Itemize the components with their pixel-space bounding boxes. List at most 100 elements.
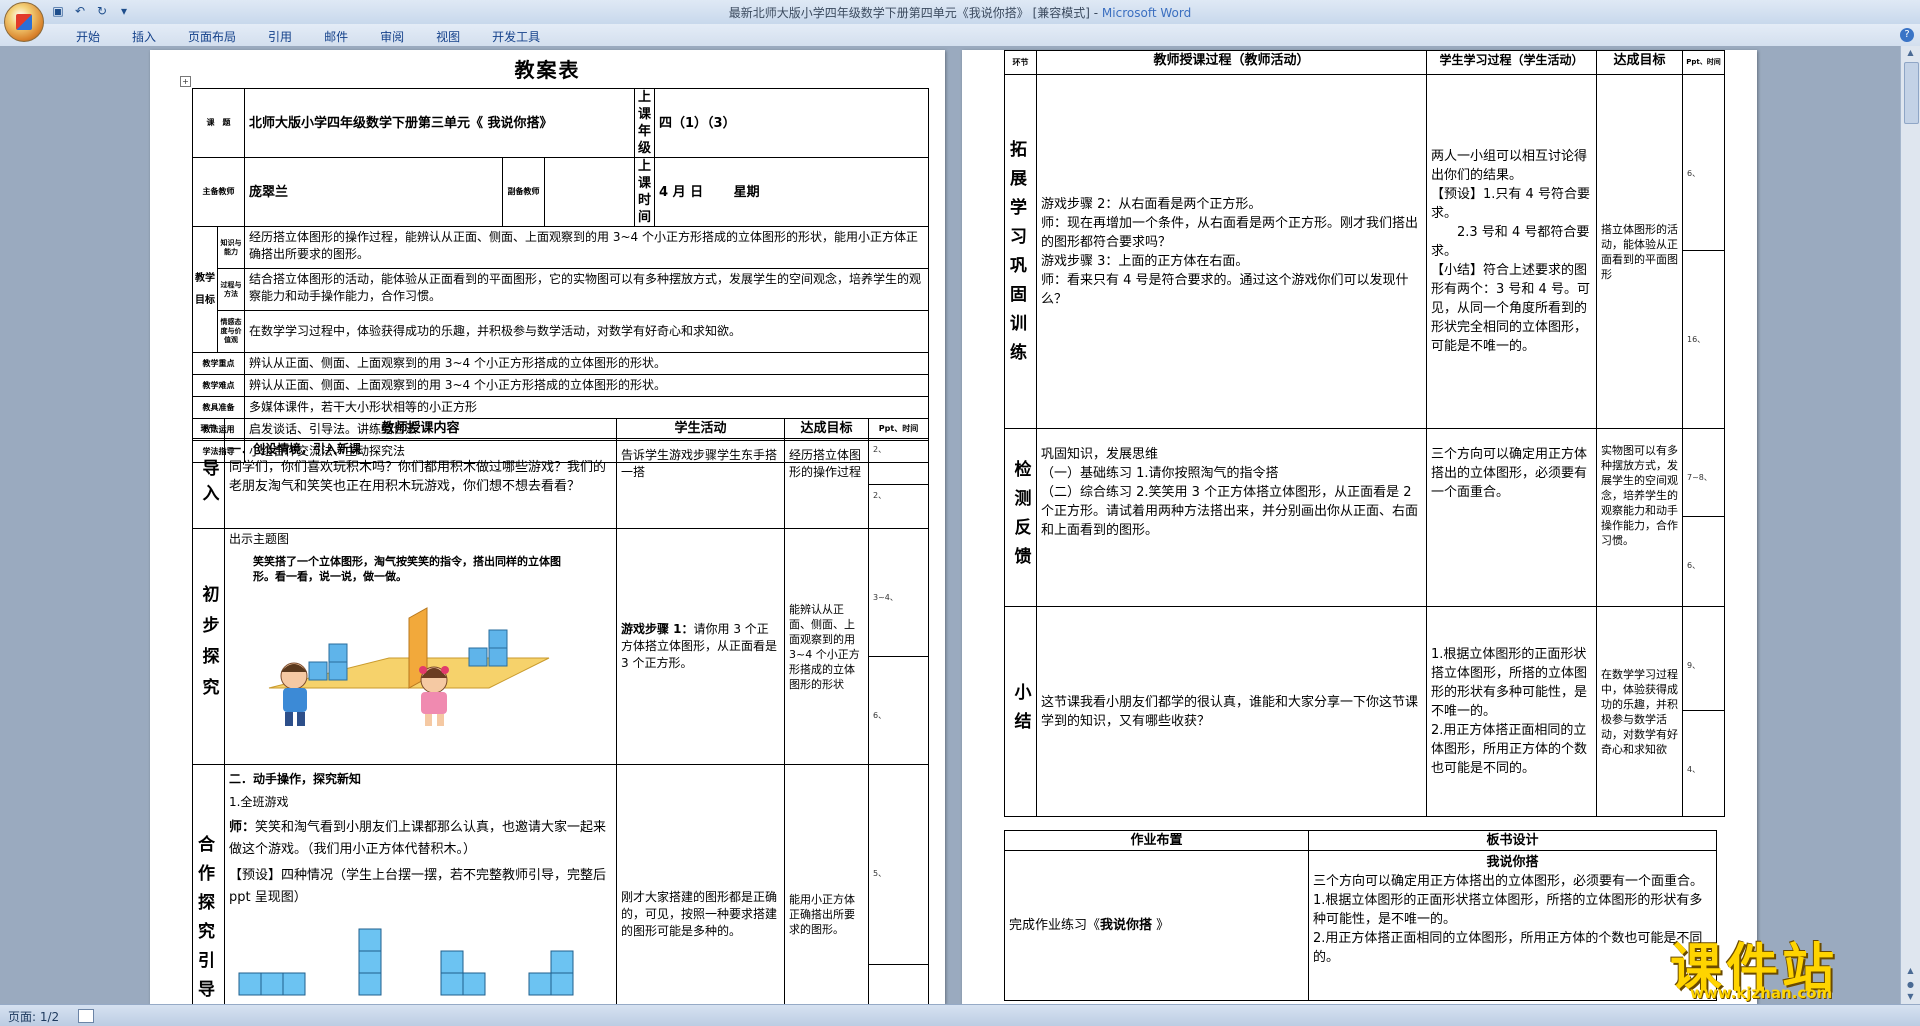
homework-label: 作业布置 [1004, 830, 1309, 851]
feedback-line-2: （一）基础练习 1.请你按照淘气的指令搭 [1041, 466, 1279, 481]
explore-intro: 出示主题图 [229, 532, 290, 546]
col-time-header-2: Ppt、时间 [1682, 50, 1725, 75]
col-stage-header-2: 环节 [1004, 50, 1037, 75]
homework-board-table: 作业布置 板书设计 完成作业练习《我说你搭 》 我说你搭 三个方向可以确定用正方… [1004, 830, 1717, 1001]
cooperate-activity: 刚才大家搭建的图形都是正确的，可见，按照一种要求搭建的图形可能是多种的。 [616, 764, 785, 1004]
watermark-url: www.kjzhan.com [1690, 984, 1833, 1002]
proofing-icon[interactable] [78, 1009, 94, 1023]
col-content-header: 教师授课内容 [224, 418, 617, 439]
intro-activity: 告诉学生游戏步骤学生东手搭一搭 [616, 438, 785, 529]
explore-activity: 游戏步骤 1：请你用 3 个正方体搭立体图形，从正面看是 3 个正方形。 [616, 528, 785, 765]
main-teacher-label: 主备教师 [192, 157, 245, 227]
extend-student-4: 【小结】符合上述要求的图形有两个：3 号和 4 号。可见，从同一个角度所看到的形… [1431, 263, 1590, 354]
intro-content: 一．创设情境，引入新课 同学们，你们喜欢玩积木吗？你们都用积木做过哪些游戏？我们… [224, 438, 617, 529]
time-label: 上课时间 [634, 157, 656, 227]
intro-text: 同学们，你们喜欢玩积木吗？你们都用积木做过哪些游戏？我们的老朋友淘气和笑笑也正在… [229, 460, 607, 494]
tab-references[interactable]: 引用 [252, 28, 308, 45]
tab-developer[interactable]: 开发工具 [476, 28, 556, 45]
cooperate-time-1: 5、 [869, 765, 928, 965]
page-indicator[interactable]: 页面: 1/2 [8, 1008, 59, 1025]
prep-text: 多媒体课件，若干大小形状相等的小正方形 [243, 396, 930, 419]
site-watermark-logo: 课件站 www.kjzhan.com [1660, 924, 1910, 1004]
scroll-up-icon[interactable]: ▲ [1904, 48, 1917, 60]
cooperate-line-3: 【预设】四种情况（学生上台摆一摆，若不完整教师引导，完整后 ppt 呈现图） [229, 868, 607, 905]
extend-student-1: 两人一小组可以相互讨论得出你们的结果。 [1431, 149, 1588, 183]
summary-student-2: 2.用正方体搭正面相同的立体图形，所用正方体的个数也可能是不同的。 [1431, 723, 1588, 776]
sub-teacher-label: 副备教师 [502, 157, 545, 227]
extend-time-1: 6、 [1683, 75, 1724, 251]
theme-illustration [249, 588, 569, 728]
extend-target: 搭立体图形的活动，能体验从正面看到的平面图形 [1596, 74, 1683, 429]
help-icon[interactable]: ? [1900, 28, 1914, 42]
intro-target: 经历搭立体图形的操作过程 [784, 438, 869, 529]
tab-review[interactable]: 审阅 [364, 28, 420, 45]
feedback-target: 实物图可以有多种摆放方式，发展学生的空间观念，培养学生的观察能力和动手操作能力，… [1596, 428, 1683, 607]
cooperate-target: 能用小正方体正确搭出所要求的图形。 [784, 764, 869, 1004]
lesson-process-table: 环节 教师授课内容 学生活动 达成目标 Ppt、时间 导入 一．创设情境，引入新… [192, 418, 929, 1004]
board-line-2: 1.根据立体图形的正面形状搭立体图形，所搭的立体图形的形状有多种可能性，是不唯一… [1313, 893, 1703, 927]
col-student-header: 学生学习过程（学生活动） [1426, 50, 1597, 75]
cooperate-line-1: 1.全班游戏 [229, 795, 289, 809]
cooperate-line-2: 师：笑笑和淘气看到小朋友们上课都那么认真，也邀请大家一起来做这个游戏。（我们用小… [229, 820, 607, 857]
doc-title: 教案表 [514, 58, 581, 82]
table-move-handle-icon[interactable]: + [180, 76, 191, 87]
stage-summary: 小结 [1004, 606, 1037, 817]
topic-value: 北师大版小学四年级数学下册第三单元《 我说你搭》 [243, 88, 636, 158]
key-point-text: 辨认从正面、侧面、上面观察到的用 3~4 个小正方形搭成的立体图形的形状。 [243, 352, 930, 375]
document-workspace: 教案表 + 课 题 北师大版小学四年级数学下册第三单元《 我说你搭》 上课年级 … [0, 46, 1900, 1004]
tab-page-layout[interactable]: 页面布局 [172, 28, 252, 45]
cooperate-content: 二．动手操作，探究新知 1.全班游戏 师：笑笑和淘气看到小朋友们上课都那么认真，… [224, 764, 617, 1004]
extend-student: 两人一小组可以相互讨论得出你们的结果。 【预设】1.只有 4 号符合要求。 2.… [1426, 74, 1597, 429]
col-time-header: Ppt、时间 [868, 418, 929, 439]
goal-knowledge-label: 知识与能力 [217, 226, 245, 269]
goal-knowledge-text: 经历搭立体图形的操作过程，能辨认从正面、侧面、上面观察到的用 3~4 个小正方形… [243, 226, 930, 269]
theme-caption: 笑笑搭了一个立体图形，淘气按笑笑的指令，搭出同样的立体图形。看一看，说一说，做一… [253, 555, 561, 583]
grade-value: 四（1）（3） [654, 88, 930, 158]
feedback-time-1: 7~8、 [1683, 429, 1724, 517]
goal-process-label: 过程与方法 [217, 268, 245, 311]
kids-building-blocks-illustration [268, 607, 550, 726]
col-stage-header: 环节 [192, 418, 225, 439]
col-process-header: 教师授课过程（教师活动） [1036, 50, 1427, 75]
office-button[interactable] [4, 2, 44, 42]
summary-target: 在数学学习过程中，体验获得成功的乐趣，并积极参与数学活动，对数学有好奇心和求知欲 [1596, 606, 1683, 817]
summary-student: 1.根据立体图形的正面形状搭立体图形，所搭的立体图形的形状有多种可能性，是不唯一… [1426, 606, 1597, 817]
summary-time-1: 9、 [1683, 607, 1724, 711]
feedback-line-1: 巩固知识，发展思维 [1041, 447, 1159, 462]
feedback-line-3: （二）综合练习 2.笑笑用 3 个正方体搭立体图形，从正面看是 2 个正方形。请… [1041, 485, 1419, 538]
board-title: 我说你搭 [1486, 855, 1539, 870]
topic-label: 课 题 [192, 88, 245, 158]
homework-text: 完成作业练习《我说你搭 》 [1004, 850, 1309, 1001]
stage-extend: 拓展学习巩固训练 [1004, 74, 1037, 429]
four-cube-arrangements-illustration [238, 928, 574, 996]
extend-time: 6、 16、 [1682, 74, 1725, 429]
window-title: 最新北师大版小学四年级数学下册第四单元《我说你搭》 [兼容模式] - Micro… [728, 6, 1192, 20]
sub-teacher-value [543, 157, 636, 227]
ribbon-tab-bar: 开始 插入 页面布局 引用 邮件 审阅 视图 开发工具 ? [0, 24, 1920, 47]
scroll-thumb[interactable] [1904, 62, 1919, 124]
stage-feedback: 检测反馈 [1004, 428, 1037, 607]
explore-time-1: 3~4、 [869, 529, 928, 657]
summary-content: 这节课我看小朋友们都学的很认真，谁能和大家分享一下你这节课学到的知识，又有哪些收… [1036, 606, 1427, 817]
col-target-header: 达成目标 [784, 418, 869, 439]
feedback-time-2: 6、 [1687, 561, 1701, 570]
explore-content: 出示主题图 笑笑搭了一个立体图形，淘气按笑笑的指令，搭出同样的立体图形。看一看，… [224, 528, 617, 765]
extend-line-3: 游戏步骤 3：上面的正方体在右面。 [1041, 253, 1249, 269]
tab-home[interactable]: 开始 [60, 28, 116, 45]
tab-view[interactable]: 视图 [420, 28, 476, 45]
feedback-time: 7~8、 6、 [1682, 428, 1725, 607]
prep-label: 教具准备 [192, 396, 245, 419]
board-line-1: 三个方向可以确定用正方体搭出的立体图形，必须要有一个面重合。 [1313, 874, 1704, 889]
feedback-content: 巩固知识，发展思维 （一）基础练习 1.请你按照淘气的指令搭 （二）综合练习 2… [1036, 428, 1427, 607]
summary-time-2: 4、 [1687, 765, 1701, 774]
intro-time-1: 2、 [869, 439, 928, 485]
vertical-scrollbar[interactable]: ▲ ▲ ● ▼ [1900, 46, 1920, 1004]
stage-intro: 导入 [192, 438, 225, 529]
tab-insert[interactable]: 插入 [116, 28, 172, 45]
goal-process-text: 结合搭立体图形的活动，能体验从正面看到的平面图形，它的实物图可以有多种摆放方式，… [243, 268, 930, 311]
document-page-2: 环节 教师授课过程（教师活动） 学生学习过程（学生活动） 达成目标 Ppt、时间… [962, 50, 1757, 1004]
tab-mailings[interactable]: 邮件 [308, 28, 364, 45]
difficulty-text: 辨认从正面、侧面、上面观察到的用 3~4 个小正方形搭成的立体图形的形状。 [243, 374, 930, 397]
goal-attitude-text: 在数学学习过程中，体验获得成功的乐趣，并积极参与数学活动，对数学有好奇心和求知欲… [243, 310, 930, 353]
stage-cooperate: 合作探究引导 [192, 764, 225, 1004]
